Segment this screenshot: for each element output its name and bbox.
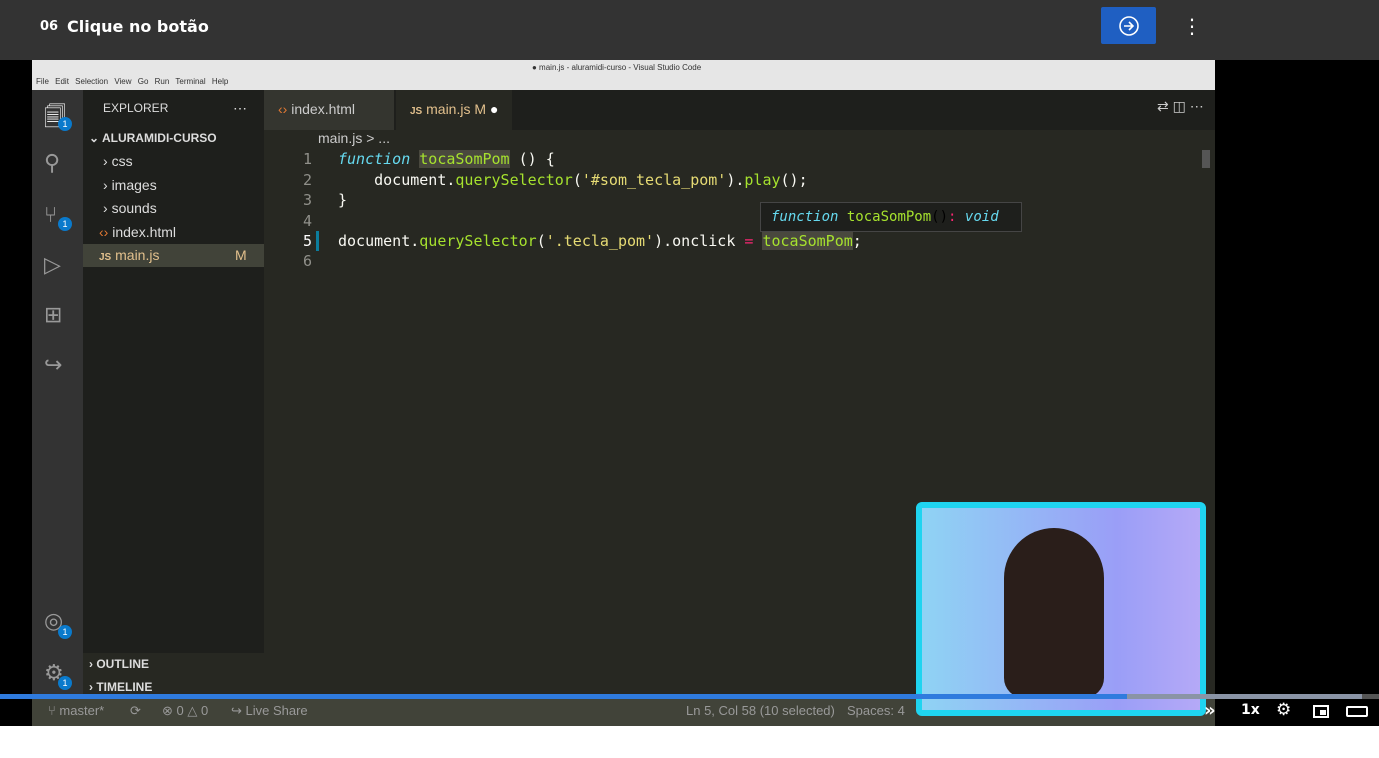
window-title: ● main.js - aluramidi-curso - Visual Stu… bbox=[532, 63, 702, 72]
indentation-status: Spaces: 4 bbox=[847, 703, 905, 718]
code-line: function tocaSomPom () { bbox=[338, 150, 555, 168]
code-line: document.querySelector('.tecla_pom').onc… bbox=[338, 232, 862, 250]
branch-status: ⑂ master* bbox=[48, 703, 105, 718]
problems-status: ⊗ 0 △ 0 bbox=[162, 703, 209, 718]
scm-badge: 1 bbox=[58, 217, 72, 231]
explorer-title: EXPLORER bbox=[103, 101, 169, 115]
instructor-figure bbox=[1004, 528, 1104, 698]
theater-mode-icon[interactable] bbox=[1346, 706, 1368, 717]
folder-header: ⌄ ALURAMIDI-CURSO bbox=[89, 131, 217, 145]
breadcrumb: main.js > ... bbox=[318, 130, 390, 146]
search-icon: ⚲ bbox=[44, 150, 61, 175]
lesson-title: Clique no botão bbox=[67, 17, 209, 36]
activity-bar: 🗐 1 ⚲ ⑂ 1 ▷ ⊞ ↪ ◎ 1 ⚙ 1 bbox=[32, 90, 83, 726]
tree-item-main-js: JS main.js M bbox=[83, 244, 264, 267]
live-share-status: ↪ Live Share bbox=[231, 703, 308, 718]
more-icon: ⋯ bbox=[233, 100, 247, 116]
editor-tabs: ‹› index.html JS main.js M ● ⇄ ◫ ⋯ bbox=[264, 90, 1215, 130]
editor-scrollbar bbox=[1202, 150, 1210, 168]
explorer-sidebar: EXPLORER ⋯ ⌄ ALURAMIDI-CURSO › css › ima… bbox=[83, 90, 264, 653]
arrow-right-circle-icon bbox=[1118, 15, 1139, 36]
skip-forward-icon[interactable]: » bbox=[1204, 700, 1216, 721]
editor-actions-icon: ⇄ ◫ ⋯ bbox=[1157, 98, 1204, 114]
cursor-position: Ln 5, Col 58 (10 selected) bbox=[686, 703, 835, 718]
window-titlebar: ● main.js - aluramidi-curso - Visual Stu… bbox=[32, 60, 1215, 90]
instructor-webcam bbox=[916, 502, 1206, 716]
tab-main-js: JS main.js M ● bbox=[396, 90, 513, 130]
settings-badge: 1 bbox=[58, 676, 72, 690]
lesson-number: 06 bbox=[40, 19, 59, 34]
explorer-badge: 1 bbox=[58, 117, 72, 131]
code-line: document.querySelector('#som_tecla_pom')… bbox=[338, 171, 808, 189]
extensions-icon: ⊞ bbox=[44, 302, 63, 327]
tree-item-sounds: › sounds bbox=[103, 200, 157, 216]
lesson-header: 06 Clique no botão ⋮ bbox=[0, 0, 1379, 60]
next-lesson-button[interactable] bbox=[1101, 7, 1156, 44]
live-share-icon: ↪ bbox=[44, 352, 63, 377]
hover-tooltip: function tocaSomPom(): void bbox=[760, 202, 1022, 232]
code-line: } bbox=[338, 191, 348, 209]
sync-icon: ⟳ bbox=[130, 703, 141, 718]
video-progress-bar[interactable] bbox=[0, 694, 1379, 699]
played-bar bbox=[0, 694, 1127, 699]
more-options-icon[interactable]: ⋮ bbox=[1182, 14, 1202, 38]
tree-item-index-html: ‹› index.html bbox=[99, 224, 177, 240]
tree-item-images: › images bbox=[103, 177, 157, 193]
source-control-icon: ⑂ bbox=[44, 202, 58, 227]
settings-icon[interactable]: ⚙ bbox=[1276, 700, 1291, 720]
speed-button[interactable]: 1x bbox=[1241, 702, 1260, 718]
sidebar-panels: › OUTLINE › TIMELINE bbox=[83, 653, 264, 698]
menu-bar: File Edit Selection View Go Run Terminal… bbox=[36, 77, 229, 86]
picture-in-picture-icon[interactable] bbox=[1313, 705, 1329, 718]
outline-section: › OUTLINE bbox=[89, 657, 150, 671]
run-debug-icon: ▷ bbox=[44, 252, 61, 277]
tree-item-css: › css bbox=[103, 153, 133, 169]
tab-index-html: ‹› index.html bbox=[264, 90, 394, 130]
accounts-badge: 1 bbox=[58, 625, 72, 639]
